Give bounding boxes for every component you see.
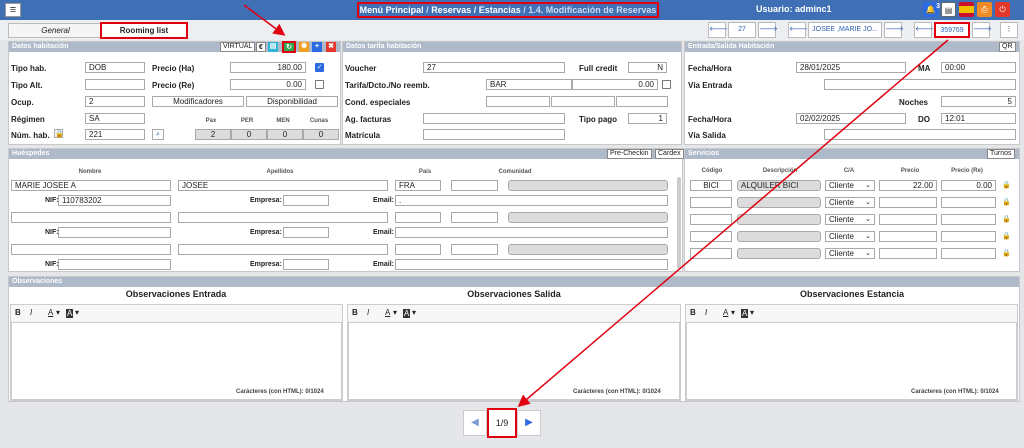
annotation-arrow bbox=[243, 4, 286, 36]
annotation-arrows bbox=[243, 4, 949, 407]
annotation-arrow bbox=[517, 39, 949, 407]
